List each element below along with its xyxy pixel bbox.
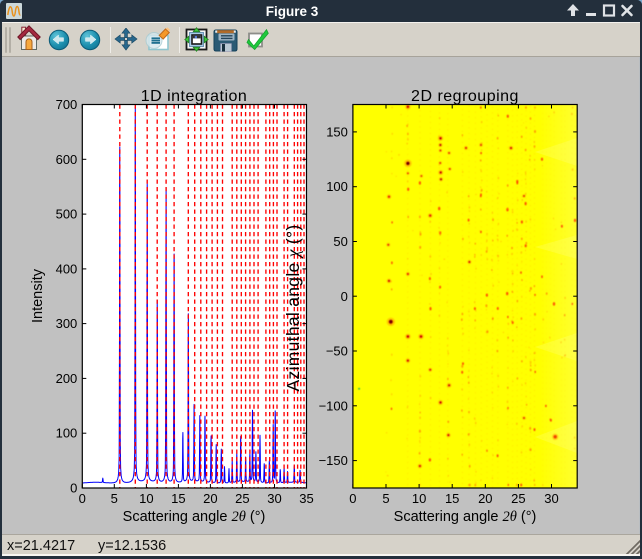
svg-text:20: 20 [478, 491, 492, 506]
svg-text:700: 700 [56, 97, 78, 112]
svg-text:0: 0 [70, 481, 77, 496]
svg-text:1D integration: 1D integration [141, 88, 248, 105]
svg-text:−150: −150 [319, 453, 348, 468]
svg-text:300: 300 [56, 316, 78, 331]
svg-text:Scattering angle 2θ (°): Scattering angle 2θ (°) [394, 509, 537, 525]
svg-text:10: 10 [139, 491, 153, 506]
svg-text:50: 50 [333, 234, 347, 249]
svg-text:30: 30 [544, 491, 558, 506]
svg-text:0: 0 [79, 491, 86, 506]
svg-text:−50: −50 [326, 344, 348, 359]
svg-text:Scattering angle 2θ (°): Scattering angle 2θ (°) [123, 509, 266, 525]
svg-text:150: 150 [326, 124, 348, 139]
svg-text:100: 100 [326, 179, 348, 194]
svg-text:Azimuthal angle χ (°): Azimuthal angle χ (°) [283, 225, 303, 392]
svg-text:25: 25 [235, 491, 249, 506]
svg-text:200: 200 [56, 371, 78, 386]
svg-text:30: 30 [267, 491, 281, 506]
svg-text:0: 0 [349, 491, 356, 506]
svg-text:5: 5 [111, 491, 118, 506]
svg-text:600: 600 [56, 152, 78, 167]
svg-text:500: 500 [56, 207, 78, 222]
svg-text:400: 400 [56, 261, 78, 276]
svg-text:25: 25 [511, 491, 525, 506]
svg-text:35: 35 [299, 491, 313, 506]
svg-text:Intensity: Intensity [30, 268, 46, 323]
svg-text:−100: −100 [319, 398, 348, 413]
svg-text:15: 15 [171, 491, 185, 506]
svg-text:20: 20 [203, 491, 217, 506]
svg-text:0: 0 [341, 289, 348, 304]
svg-text:2D regrouping: 2D regrouping [411, 88, 519, 105]
svg-text:5: 5 [382, 491, 389, 506]
svg-text:10: 10 [412, 491, 426, 506]
svg-text:15: 15 [445, 491, 459, 506]
svg-text:100: 100 [56, 426, 78, 441]
